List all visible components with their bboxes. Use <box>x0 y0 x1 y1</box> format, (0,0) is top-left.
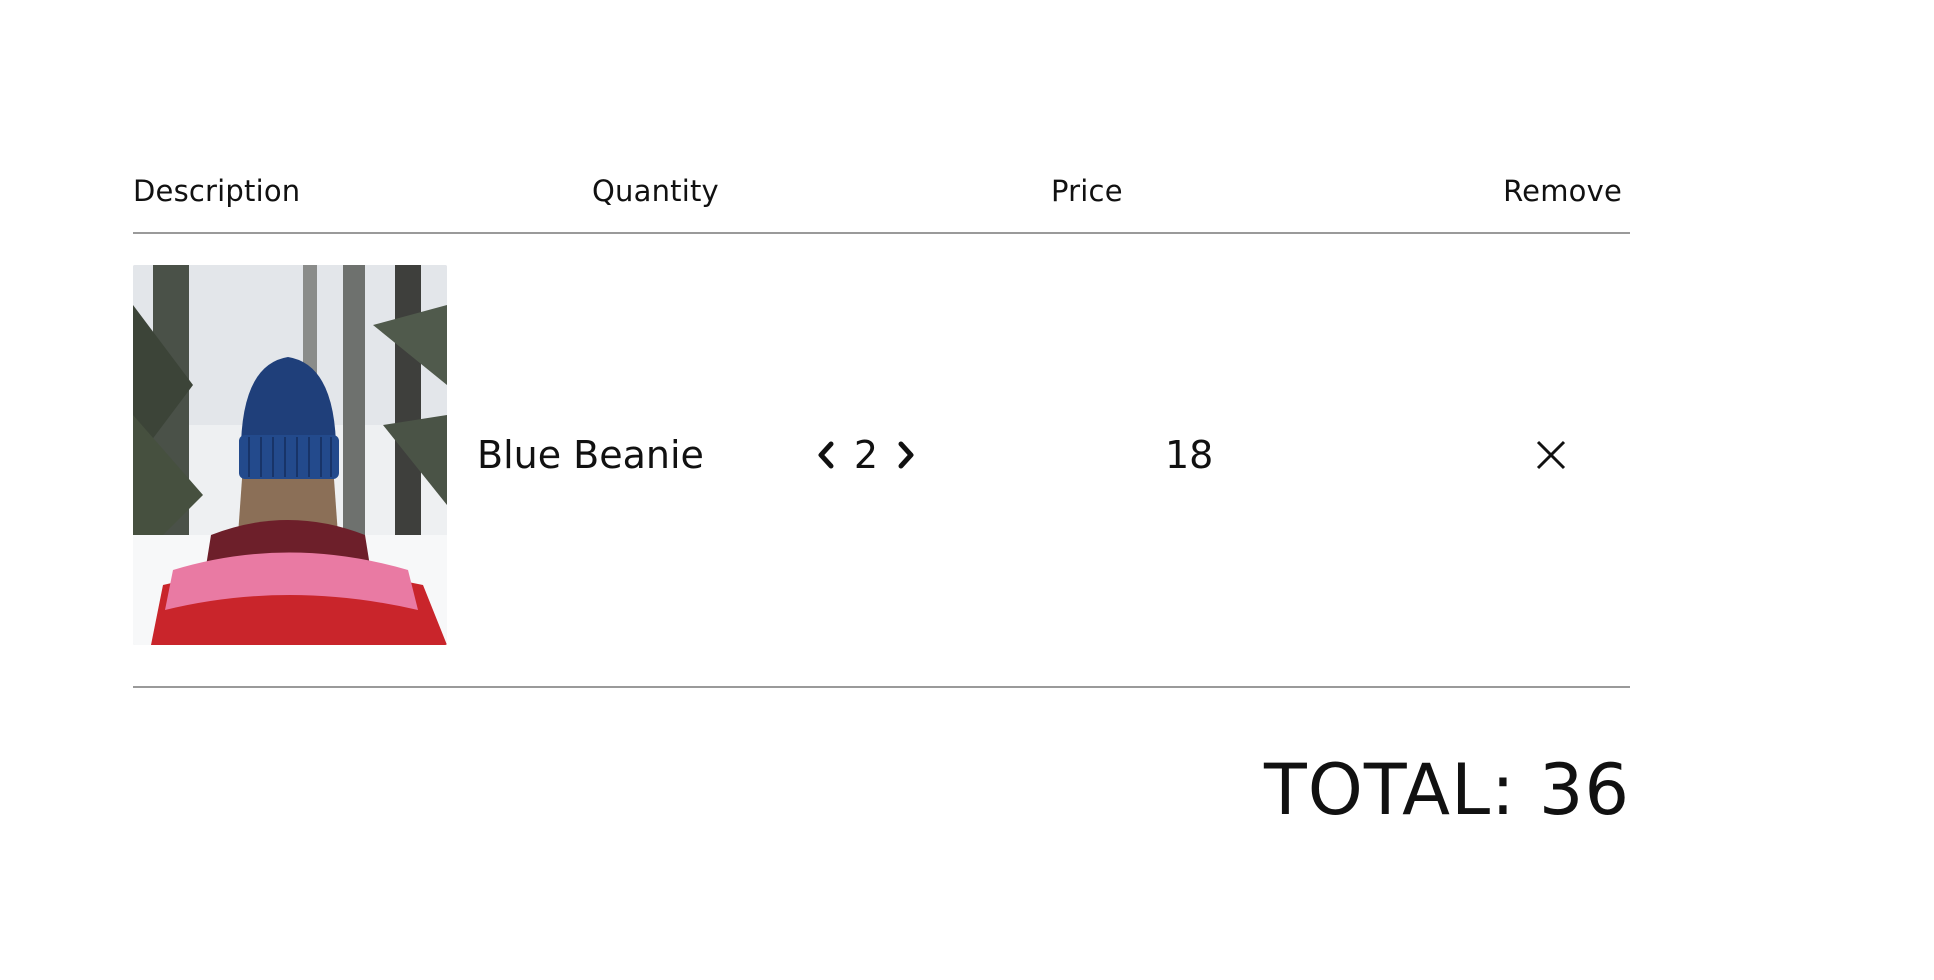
cart-table-header: Description Quantity Price Remove <box>133 167 1630 215</box>
total-label: TOTAL: <box>1264 749 1516 831</box>
chevron-left-icon[interactable] <box>813 438 839 472</box>
cart-total: TOTAL: 36 <box>1264 745 1630 835</box>
product-photo-blue-beanie <box>133 265 447 645</box>
chevron-right-icon[interactable] <box>893 438 919 472</box>
cart: Description Quantity Price Remove Blue B… <box>133 0 1630 980</box>
column-header-quantity: Quantity <box>592 174 719 208</box>
quantity-stepper: 2 <box>813 428 919 482</box>
column-header-description: Description <box>133 174 301 208</box>
close-icon[interactable] <box>1533 437 1569 473</box>
item-name: Blue Beanie <box>477 433 704 477</box>
header-divider <box>133 232 1630 234</box>
column-header-remove: Remove <box>1503 174 1622 208</box>
cart-item-row: Blue Beanie 2 18 <box>133 265 1630 645</box>
item-price: 18 <box>1165 433 1214 477</box>
quantity-value: 2 <box>853 433 879 477</box>
total-value: 36 <box>1538 749 1630 831</box>
product-image <box>133 265 447 645</box>
row-divider <box>133 686 1630 688</box>
column-header-price: Price <box>1051 174 1123 208</box>
